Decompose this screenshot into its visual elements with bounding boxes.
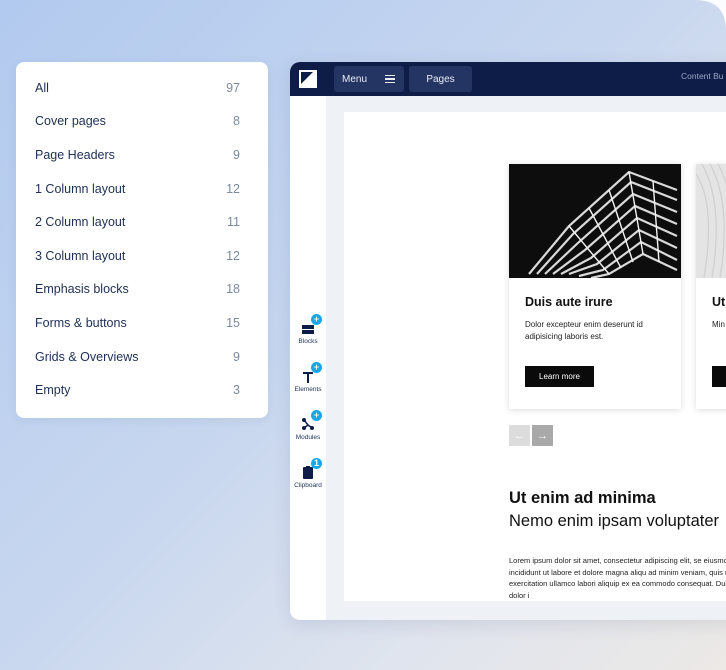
arrow-left-icon[interactable]: ← bbox=[509, 425, 530, 446]
category-count: 15 bbox=[226, 315, 240, 330]
category-count: 3 bbox=[233, 383, 240, 398]
tool-label: Elements bbox=[294, 386, 322, 393]
add-badge-icon: + bbox=[311, 314, 322, 325]
section-subtitle: Nemo enim ipsam voluptater bbox=[509, 512, 720, 530]
section-title: Ut enim ad minima bbox=[509, 489, 656, 507]
category-count: 12 bbox=[226, 248, 240, 263]
category-label: 1 Column layout bbox=[35, 181, 126, 196]
learn-more-button[interactable]: Learn more bbox=[525, 366, 594, 387]
category-count: 8 bbox=[233, 114, 240, 129]
pages-label: Pages bbox=[426, 73, 455, 85]
category-item-3-column-layout[interactable]: 3 Column layout 12 bbox=[16, 239, 268, 273]
category-item-emphasis-blocks[interactable]: Emphasis blocks 18 bbox=[16, 273, 268, 307]
app-logo-icon[interactable] bbox=[299, 70, 317, 88]
tool-label: Modules bbox=[295, 434, 321, 441]
category-label: Empty bbox=[35, 383, 71, 398]
category-label: Emphasis blocks bbox=[35, 282, 129, 297]
section-body: Lorem ipsum dolor sit amet, consectetur … bbox=[509, 556, 726, 600]
tool-elements[interactable]: + Elements bbox=[290, 362, 326, 393]
tool-label: Blocks bbox=[298, 338, 318, 345]
tool-blocks[interactable]: + Blocks bbox=[290, 314, 326, 345]
category-count: 11 bbox=[227, 215, 240, 230]
category-item-cover-pages[interactable]: Cover pages 8 bbox=[16, 105, 268, 139]
card-text: Min amo qui bbox=[712, 320, 726, 329]
content-card[interactable]: Ut Min amo qui L bbox=[696, 164, 726, 409]
add-badge-icon: + bbox=[311, 410, 322, 421]
page-canvas[interactable]: Duis aute irure Dolor excepteur enim des… bbox=[344, 112, 726, 601]
category-label: Forms & buttons bbox=[35, 315, 127, 330]
category-count: 12 bbox=[226, 181, 240, 196]
pages-button[interactable]: Pages bbox=[409, 66, 472, 92]
category-item-page-headers[interactable]: Page Headers 9 bbox=[16, 138, 268, 172]
add-badge-icon: + bbox=[311, 362, 322, 373]
category-label: Page Headers bbox=[35, 147, 115, 162]
hamburger-icon bbox=[385, 75, 395, 83]
modules-icon: + bbox=[301, 410, 322, 431]
menu-button[interactable]: Menu bbox=[334, 66, 404, 92]
category-label: All bbox=[35, 80, 49, 95]
category-item-grids-overviews[interactable]: Grids & Overviews 9 bbox=[16, 340, 268, 374]
menu-label: Menu bbox=[342, 73, 368, 85]
editor-window: Menu Pages Content Bu + Blocks + Element… bbox=[290, 62, 726, 620]
category-label: 3 Column layout bbox=[35, 248, 126, 263]
content-card[interactable]: Duis aute irure Dolor excepteur enim des… bbox=[509, 164, 681, 409]
clipboard-icon: 1 bbox=[301, 458, 322, 479]
card-title: Ut bbox=[712, 295, 726, 309]
arrow-right-icon[interactable]: → bbox=[532, 425, 553, 446]
category-count: 9 bbox=[233, 147, 240, 162]
card-text: Dolor excepteur enim deserunt id adipisi… bbox=[525, 320, 643, 341]
category-item-all[interactable]: All 97 bbox=[16, 71, 268, 105]
category-label: Grids & Overviews bbox=[35, 349, 139, 364]
category-count: 18 bbox=[226, 282, 240, 297]
category-label: 2 Column layout bbox=[35, 215, 126, 230]
elements-icon: + bbox=[301, 362, 322, 383]
blocks-icon: + bbox=[301, 314, 322, 335]
category-list: All 97 Cover pages 8 Page Headers 9 1 Co… bbox=[16, 62, 268, 418]
top-bar: Menu Pages Content Bu bbox=[290, 62, 726, 96]
tool-modules[interactable]: + Modules bbox=[290, 410, 326, 441]
topbar-nav-links[interactable]: Content Bu bbox=[681, 71, 724, 81]
category-count: 9 bbox=[233, 349, 240, 364]
learn-more-button[interactable]: L bbox=[712, 366, 726, 387]
category-label: Cover pages bbox=[35, 114, 106, 129]
tool-clipboard[interactable]: 1 Clipboard bbox=[290, 458, 326, 489]
tool-rail: + Blocks + Elements + Modules 1 Clipboar… bbox=[290, 96, 326, 620]
building-image bbox=[509, 164, 681, 278]
category-count: 97 bbox=[226, 80, 240, 95]
carousel-controls: ← → bbox=[509, 425, 553, 446]
category-item-empty[interactable]: Empty 3 bbox=[16, 373, 268, 407]
category-item-2-column-layout[interactable]: 2 Column layout 11 bbox=[16, 205, 268, 239]
category-item-forms-buttons[interactable]: Forms & buttons 15 bbox=[16, 306, 268, 340]
category-item-1-column-layout[interactable]: 1 Column layout 12 bbox=[16, 172, 268, 206]
count-badge: 1 bbox=[311, 458, 322, 469]
tool-label: Clipboard bbox=[294, 482, 322, 489]
abstract-image bbox=[696, 164, 726, 278]
card-title: Duis aute irure bbox=[525, 295, 613, 309]
